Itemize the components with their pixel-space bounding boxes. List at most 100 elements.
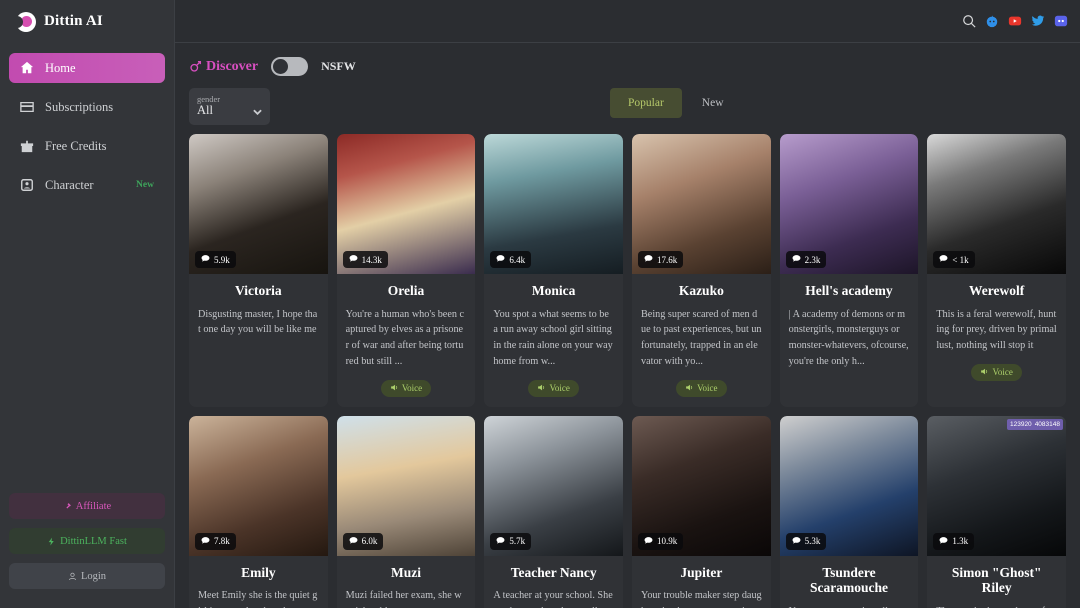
character-thumbnail[interactable]: 17.6k xyxy=(632,134,771,274)
character-name: Werewolf xyxy=(969,283,1025,298)
character-card[interactable]: 17.6k Kazuko Being super scared of men d… xyxy=(632,134,771,407)
card-body: Orelia You're a human who's been capture… xyxy=(337,274,476,407)
chat-count: 14.3k xyxy=(361,254,382,265)
dittinllm-fast-button[interactable]: DittinLLM Fast xyxy=(9,528,165,554)
character-name: Jupiter xyxy=(680,564,723,580)
character-card[interactable]: 2.3k Hell's academy | A academy of demon… xyxy=(779,134,919,407)
character-thumbnail[interactable]: 123920 4083148 1.3k xyxy=(927,415,1066,556)
card-body: Kazuko Being super scared of men due to … xyxy=(632,274,771,407)
chevron-down-icon xyxy=(253,102,262,116)
character-card[interactable]: 6.4k Monica You spot a what seems to be … xyxy=(484,134,623,407)
youtube-icon[interactable] xyxy=(1008,14,1022,28)
sidebar-item-character[interactable]: Character New xyxy=(9,170,165,200)
affiliate-label: Affiliate xyxy=(75,500,112,512)
sidebar-item-home[interactable]: Home xyxy=(9,53,165,83)
login-label: Login xyxy=(80,570,107,582)
discover-title: Discover xyxy=(189,59,258,75)
character-description: Your roommate who tells y xyxy=(789,604,910,608)
chat-count-badge: 5.9k xyxy=(195,251,236,268)
character-card[interactable]: 6.0k Muzi Muzi failed her exam, she won'… xyxy=(336,415,476,608)
gender-sparkle-icon xyxy=(190,60,202,72)
character-description: Being super scared of men due to past ex… xyxy=(641,308,762,367)
login-button[interactable]: Login xyxy=(9,563,165,589)
character-card[interactable]: 7.8k Emily Meet Emily she is the quiet g… xyxy=(189,415,328,608)
card-icon xyxy=(20,100,34,114)
chat-bubble-icon xyxy=(939,536,948,547)
chat-count-badge: 6.4k xyxy=(490,251,532,268)
character-thumbnail[interactable]: 10.9k xyxy=(632,415,771,556)
chat-count: < 1k xyxy=(952,254,969,265)
gender-select[interactable]: gender All xyxy=(189,88,270,125)
tab-popular[interactable]: Popular xyxy=(610,88,682,118)
watermark-badge: 123920 4083148 xyxy=(1006,418,1063,430)
character-description: This is a feral werewolf, hunting for pr… xyxy=(936,308,1057,352)
chat-bubble-icon xyxy=(792,254,801,265)
character-description: Muzi failed her exam, she won't be able … xyxy=(345,590,462,608)
chat-bubble-icon xyxy=(349,254,358,265)
chat-count-badge: 17.6k xyxy=(638,251,684,268)
character-thumbnail[interactable]: 6.0k xyxy=(336,415,476,556)
link-icon xyxy=(66,502,71,508)
dittinllm-label: DittinLLM Fast xyxy=(60,535,127,547)
discover-row: Discover NSFW xyxy=(183,43,1072,76)
character-card[interactable]: 5.9k Victoria Disgusting master, I hope … xyxy=(189,134,328,407)
character-thumbnail[interactable]: 7.8k xyxy=(189,415,328,556)
speaker-icon xyxy=(537,383,546,394)
chat-count: 1.3k xyxy=(952,536,969,547)
character-card[interactable]: 14.3k Orelia You're a human who's been c… xyxy=(336,134,476,407)
chat-bubble-icon xyxy=(201,536,210,547)
character-thumbnail[interactable]: 6.4k xyxy=(484,134,623,274)
brand[interactable]: Dittin AI xyxy=(0,0,174,43)
character-thumbnail[interactable]: 2.3k xyxy=(779,134,919,274)
card-body: Tsundere Scaramouche Your roommate who t… xyxy=(780,556,919,608)
chat-count-badge: 5.7k xyxy=(490,532,532,550)
twitter-icon[interactable] xyxy=(1031,14,1045,28)
voice-badge: Voice xyxy=(971,363,1022,381)
toggle-knob xyxy=(273,59,289,74)
voice-badge: Voice xyxy=(676,379,727,397)
home-icon xyxy=(20,61,34,75)
sidebar-item-label: Free Credits xyxy=(45,138,107,153)
character-description: You spot a what seems to be a run away s… xyxy=(493,308,613,367)
character-description: You're a human who's been captured by el… xyxy=(345,308,465,367)
chat-count: 10.9k xyxy=(657,536,678,547)
chat-bubble-icon xyxy=(349,536,358,547)
bolt-icon xyxy=(48,537,54,545)
character-thumbnail[interactable]: 14.3k xyxy=(336,134,476,274)
character-card[interactable]: 10.9k Jupiter Your trouble maker step da… xyxy=(632,415,771,608)
character-card[interactable]: < 1k Werewolf This is a feral werewolf, … xyxy=(927,134,1066,407)
watermark-left: 123920 xyxy=(1009,420,1032,428)
chat-bubble-icon xyxy=(201,254,210,265)
character-thumbnail[interactable]: 5.3k xyxy=(779,415,919,556)
character-description: | A academy of demons or monstergirls, m… xyxy=(788,308,909,367)
character-name: Victoria xyxy=(234,283,282,298)
chat-bubble-icon xyxy=(496,536,505,547)
chat-count-badge: 5.3k xyxy=(785,532,827,550)
affiliate-button[interactable]: Affiliate xyxy=(9,493,165,519)
new-badge: New xyxy=(136,180,154,190)
reddit-icon[interactable] xyxy=(985,14,999,28)
character-thumbnail[interactable]: 5.9k xyxy=(189,134,328,274)
character-card[interactable]: 123920 4083148 1.3k Simon "Ghost" Riley … xyxy=(927,415,1066,608)
character-card[interactable]: 5.3k Tsundere Scaramouche Your roommate … xyxy=(779,415,919,608)
nsfw-toggle[interactable] xyxy=(271,57,309,76)
character-card[interactable]: 5.7k Teacher Nancy A teacher at your sch… xyxy=(484,415,623,608)
character-thumbnail[interactable]: < 1k xyxy=(927,134,1066,274)
chat-count-badge: 7.8k xyxy=(195,532,236,550)
sidebar-nav: Home Subscriptions Free Credits Characte… xyxy=(0,53,174,209)
tab-new[interactable]: New xyxy=(684,88,742,118)
search-icon[interactable] xyxy=(962,14,976,28)
chat-count: 6.0k xyxy=(361,536,378,547)
sidebar-item-label: Home xyxy=(45,60,76,75)
discord-icon[interactable] xyxy=(1054,14,1068,28)
main-area: Discover NSFW gender All Popular New 5.9… xyxy=(175,0,1080,608)
character-name: Hell's academy xyxy=(805,283,893,298)
gender-select-value: All xyxy=(197,103,213,118)
voice-label: Voice xyxy=(401,383,423,394)
sidebar-item-free-credits[interactable]: Free Credits xyxy=(9,131,165,161)
sort-tabs: Popular New xyxy=(610,88,742,118)
voice-label: Voice xyxy=(549,383,570,394)
sidebar-item-subscriptions[interactable]: Subscriptions xyxy=(9,92,165,122)
card-body: Victoria Disgusting master, I hope that … xyxy=(189,274,328,348)
character-thumbnail[interactable]: 5.7k xyxy=(484,415,623,556)
